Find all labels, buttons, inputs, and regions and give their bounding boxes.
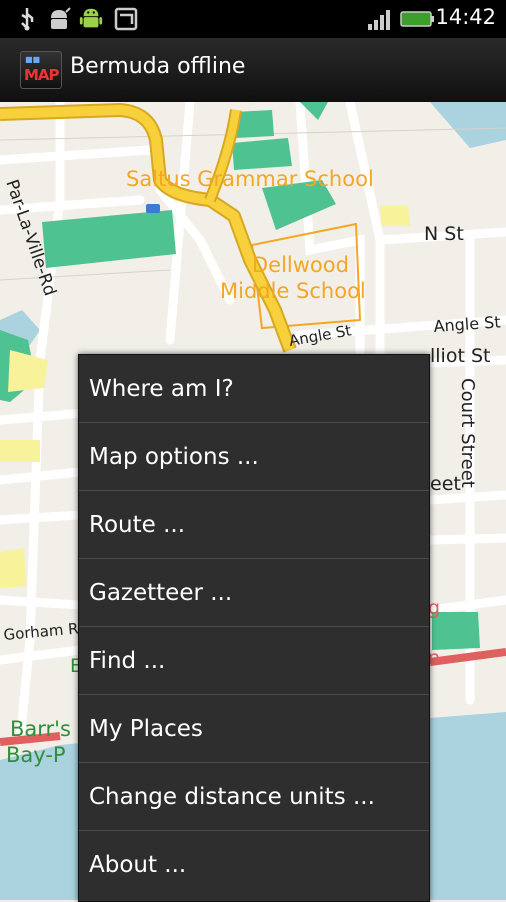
usb-icon bbox=[21, 8, 34, 31]
clock: 14:42 bbox=[435, 5, 496, 29]
battery-icon bbox=[400, 11, 434, 27]
options-menu: Where am I? Map options ... Route ... Ga… bbox=[78, 354, 430, 902]
action-bar: ■■ MAP Bermuda offline bbox=[0, 38, 506, 104]
menu-item-map-options[interactable]: Map options ... bbox=[79, 423, 429, 491]
map-label-barrs: Barr's bbox=[10, 717, 71, 741]
map-label-gorham: Gorham R bbox=[3, 619, 80, 643]
menu-item-my-places[interactable]: My Places bbox=[79, 695, 429, 763]
map-label-middle-school: Middle School bbox=[220, 279, 366, 303]
signal-icon bbox=[368, 10, 390, 30]
menu-item-change-distance-units[interactable]: Change distance units ... bbox=[79, 763, 429, 831]
menu-item-about[interactable]: About ... bbox=[79, 831, 429, 899]
app-icon: ■■ MAP bbox=[20, 51, 62, 89]
map-label-court-street: Court Street bbox=[457, 378, 478, 488]
app-title: Bermuda offline bbox=[70, 54, 246, 79]
map-label-elliot-st: lliot St bbox=[430, 345, 490, 367]
app-icon-text: MAP bbox=[24, 66, 60, 84]
menu-item-gazetteer[interactable]: Gazetteer ... bbox=[79, 559, 429, 627]
map-label-eet: eet bbox=[430, 473, 461, 495]
menu-item-where-am-i[interactable]: Where am I? bbox=[79, 355, 429, 423]
map-label-bay-p: Bay-P bbox=[6, 743, 66, 767]
status-bar: 14:42 bbox=[0, 0, 506, 38]
bus-stop-icon bbox=[146, 204, 160, 213]
menu-item-find[interactable]: Find ... bbox=[79, 627, 429, 695]
map-label-saltus: Saltus Grammar School bbox=[126, 167, 374, 191]
map-label-angle-st-east: Angle St bbox=[433, 312, 501, 336]
map-label-n-st: N St bbox=[424, 223, 464, 245]
map-label-dellwood: Dellwood bbox=[252, 253, 349, 277]
menu-item-route[interactable]: Route ... bbox=[79, 491, 429, 559]
android-icon bbox=[79, 8, 103, 28]
android-debug-icon bbox=[51, 7, 71, 29]
sync-icon bbox=[114, 7, 138, 31]
